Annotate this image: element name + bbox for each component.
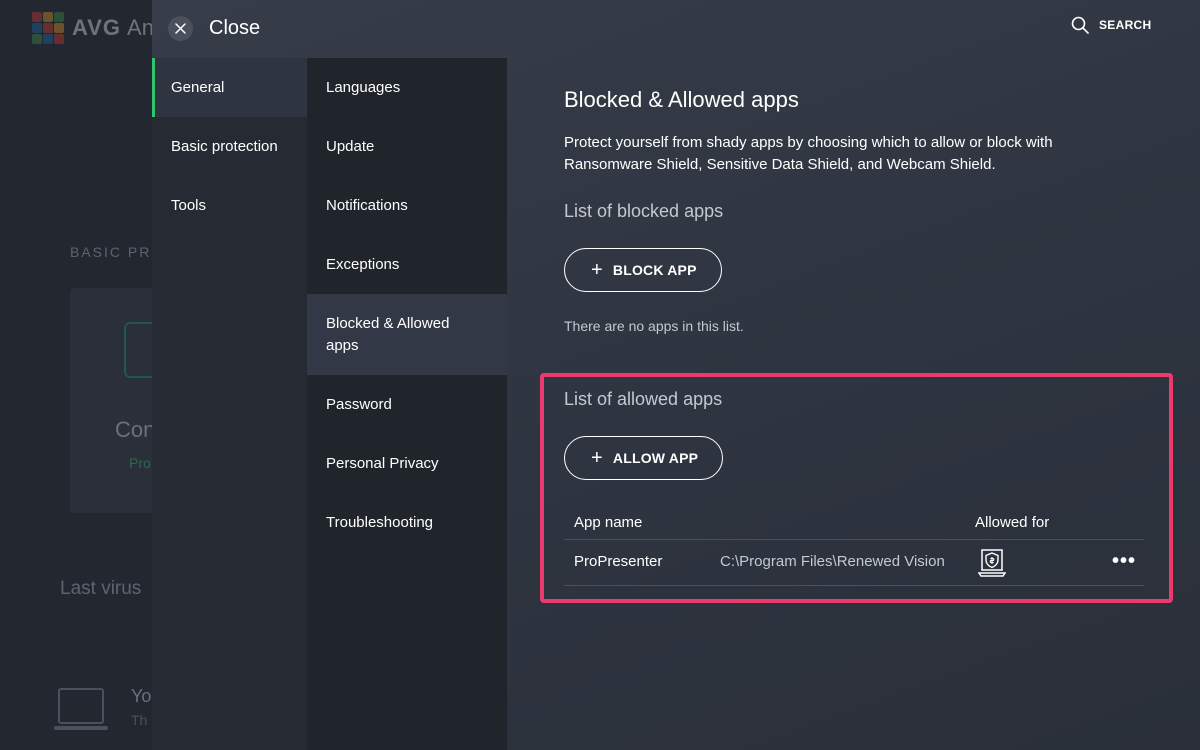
- subnav-item-password[interactable]: Password: [307, 375, 507, 434]
- more-options-icon[interactable]: •••: [1112, 550, 1136, 573]
- block-app-label: BLOCK APP: [612, 262, 697, 278]
- close-icon: [168, 16, 193, 41]
- bg-bottom-title: Yo: [131, 686, 152, 706]
- secondary-nav: Languages Update Notifications Exception…: [307, 58, 507, 750]
- search-icon: [1071, 16, 1089, 34]
- bg-bottom-subtitle: Th: [131, 712, 148, 728]
- nav-item-tools[interactable]: Tools: [152, 176, 307, 235]
- subnav-item-exceptions[interactable]: Exceptions: [307, 235, 507, 294]
- close-label: Close: [209, 17, 261, 39]
- subnav-item-languages[interactable]: Languages: [307, 58, 507, 117]
- column-header-allowed-for: Allowed for: [975, 514, 1050, 531]
- table-row[interactable]: ProPresenter C:\Program Files\Renewed Vi…: [564, 540, 1144, 586]
- block-app-button[interactable]: + BLOCK APP: [564, 248, 722, 292]
- subnav-item-troubleshooting[interactable]: Troubleshooting: [307, 493, 507, 552]
- blocked-list-heading: List of blocked apps: [564, 201, 724, 221]
- subnav-item-label: Troubleshooting: [326, 513, 434, 531]
- subnav-item-label: Notifications: [326, 196, 408, 214]
- bg-section-label: BASIC PR: [70, 244, 152, 260]
- primary-nav: General Basic protection Tools: [152, 58, 307, 750]
- plus-icon: +: [591, 259, 603, 281]
- page-description: Protect yourself from shady apps by choo…: [564, 134, 1053, 173]
- subnav-item-update[interactable]: Update: [307, 117, 507, 176]
- page-title: Blocked & Allowed apps: [564, 87, 799, 112]
- subnav-item-label: Personal Privacy: [326, 454, 439, 472]
- subnav-item-label: Exceptions: [326, 255, 400, 273]
- bg-card-status: Pro: [129, 455, 151, 471]
- nav-item-general[interactable]: General: [152, 58, 307, 117]
- nav-item-label: Basic protection: [171, 138, 278, 155]
- subnav-item-label: Blocked & Allowed apps: [326, 314, 450, 354]
- subnav-item-blocked-allowed-apps[interactable]: Blocked & Allowed apps: [307, 294, 507, 375]
- bg-firewall-icon: [54, 688, 108, 730]
- subnav-item-notifications[interactable]: Notifications: [307, 176, 507, 235]
- search-label: SEARCH: [1099, 18, 1152, 32]
- table-header: App name Allowed for: [564, 510, 1144, 540]
- bg-last-virus-label: Last virus: [60, 578, 142, 599]
- subnav-item-label: Update: [326, 137, 375, 155]
- close-button[interactable]: Close: [168, 16, 260, 41]
- app-name: ProPresenter: [574, 553, 663, 570]
- allowed-apps-table: App name Allowed for ProPresenter C:\Pro…: [564, 510, 1144, 586]
- sensitive-data-shield-icon: [977, 548, 1007, 582]
- app-path: C:\Program Files\Renewed Vision: [720, 553, 945, 570]
- subnav-item-personal-privacy[interactable]: Personal Privacy: [307, 434, 507, 493]
- nav-item-label: Tools: [171, 197, 207, 214]
- subnav-item-label: Password: [326, 395, 392, 413]
- subnav-item-label: Languages: [326, 78, 401, 96]
- bg-card-title: Con: [115, 417, 156, 442]
- column-header-app-name: App name: [574, 514, 643, 531]
- search-button[interactable]: SEARCH: [1071, 16, 1151, 34]
- settings-topbar: Close SEARCH: [0, 0, 1200, 58]
- nav-item-basic-protection[interactable]: Basic protection: [152, 117, 307, 176]
- blocked-empty-message: There are no apps in this list.: [564, 318, 744, 334]
- nav-item-label: General: [171, 79, 225, 96]
